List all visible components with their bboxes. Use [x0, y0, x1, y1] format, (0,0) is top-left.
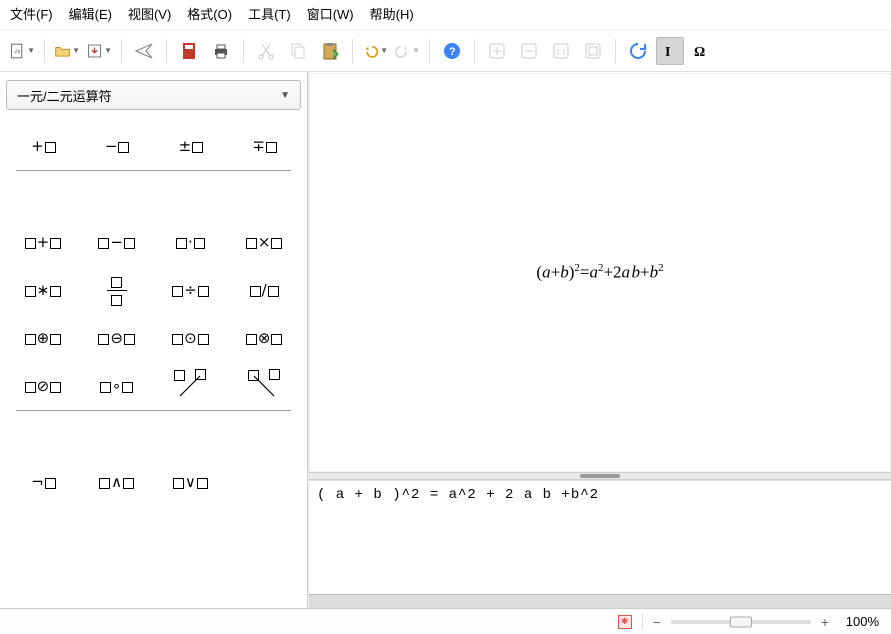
menu-help[interactable]: 帮助(H)	[370, 4, 414, 23]
zoom-slider[interactable]	[671, 620, 811, 624]
op-frac[interactable]	[80, 266, 154, 314]
op-or[interactable]: ∨	[154, 458, 228, 506]
menubar: 文件(F) 编辑(E) 视图(V) 格式(O) 工具(T) 窗口(W) 帮助(H…	[0, 0, 891, 30]
new-button[interactable]: √x▼	[8, 37, 36, 65]
op-minusplus[interactable]: ∓	[227, 122, 301, 170]
separator	[243, 39, 244, 63]
menu-format[interactable]: 格式(O)	[187, 4, 232, 23]
undo-button[interactable]: ▼	[361, 37, 389, 65]
op-circ[interactable]: ∘	[80, 362, 154, 410]
zoom-label[interactable]: 100%	[839, 614, 879, 629]
divider	[6, 410, 301, 411]
op-and[interactable]: ∧	[80, 458, 154, 506]
op-odot[interactable]: ⊙	[154, 314, 228, 362]
save-button[interactable]: ▼	[85, 37, 113, 65]
separator	[44, 39, 45, 63]
separator	[121, 39, 122, 63]
elements-category-combo[interactable]: 一元/二元运算符 ▼	[6, 80, 301, 110]
zoom-out-button[interactable]	[515, 37, 543, 65]
separator	[429, 39, 430, 63]
svg-text:I: I	[665, 45, 670, 60]
op-minus[interactable]: −	[80, 122, 154, 170]
formula-editor	[309, 480, 891, 608]
combo-value: 一元/二元运算符	[17, 86, 112, 105]
formula-preview[interactable]: (a+b)2=a2+2a b+b2	[309, 73, 891, 472]
horizontal-scrollbar[interactable]	[309, 594, 891, 608]
svg-text:√x: √x	[14, 48, 20, 55]
svg-text:Ω: Ω	[694, 45, 705, 60]
separator	[642, 614, 643, 630]
save-indicator-icon[interactable]: ✱	[618, 615, 632, 629]
op-add[interactable]: +	[6, 218, 80, 266]
splitter-handle[interactable]	[309, 472, 891, 480]
op-otimes[interactable]: ⊗	[227, 314, 301, 362]
menu-view[interactable]: 视图(V)	[128, 4, 171, 23]
zoom-page-button[interactable]	[579, 37, 607, 65]
op-slash[interactable]: /	[227, 266, 301, 314]
op-cdot[interactable]: ·	[154, 218, 228, 266]
op-empty	[227, 458, 301, 506]
print-button[interactable]	[207, 37, 235, 65]
copy-button[interactable]	[284, 37, 312, 65]
op-oslash[interactable]: ⊘	[6, 362, 80, 410]
cut-button[interactable]	[252, 37, 280, 65]
op-wideslash[interactable]	[154, 362, 228, 410]
separator	[474, 39, 475, 63]
op-ast[interactable]: ∗	[6, 266, 80, 314]
op-plus[interactable]: +	[6, 122, 80, 170]
help-button[interactable]: ?	[438, 37, 466, 65]
zoom-100-button[interactable]: 1:1	[547, 37, 575, 65]
send-button[interactable]	[130, 37, 158, 65]
refresh-button[interactable]	[624, 37, 652, 65]
menu-edit[interactable]: 编辑(E)	[69, 4, 112, 23]
rendered-formula: (a+b)2=a2+2a b+b2	[536, 262, 663, 283]
svg-text:1:1: 1:1	[556, 49, 566, 56]
symbols-button[interactable]: Ω	[688, 37, 716, 65]
export-pdf-button[interactable]	[175, 37, 203, 65]
statusbar: ✱ − + 100%	[0, 608, 891, 634]
operator-grid: + − ± ∓ + − · × ∗ ÷ / ⊕ ⊖ ⊙ ⊗ ⊘ ∘	[6, 118, 301, 602]
op-times[interactable]: ×	[227, 218, 301, 266]
op-widebslash[interactable]	[227, 362, 301, 410]
op-oplus[interactable]: ⊕	[6, 314, 80, 362]
op-div[interactable]: ÷	[154, 266, 228, 314]
zoom-in-button[interactable]	[483, 37, 511, 65]
svg-text:?: ?	[449, 46, 456, 58]
op-neg[interactable]: ¬	[6, 458, 80, 506]
formula-cursor-button[interactable]: I	[656, 37, 684, 65]
paste-button[interactable]	[316, 37, 344, 65]
separator	[166, 39, 167, 63]
main-toolbar: √x▼ ▼ ▼ ▼ ▼ ? 1:1	[0, 30, 891, 72]
op-ominus[interactable]: ⊖	[80, 314, 154, 362]
right-area: (a+b)2=a2+2a b+b2	[308, 72, 891, 608]
menu-window[interactable]: 窗口(W)	[307, 4, 354, 23]
redo-button[interactable]: ▼	[393, 37, 421, 65]
chevron-down-icon: ▼	[280, 90, 290, 101]
menu-tools[interactable]: 工具(T)	[248, 4, 291, 23]
formula-source-input[interactable]	[309, 481, 891, 594]
separator	[615, 39, 616, 63]
separator	[352, 39, 353, 63]
elements-panel: 一元/二元运算符 ▼ + − ± ∓ + − · × ∗ ÷ / ⊕ ⊖ ⊙ ⊗	[0, 72, 308, 608]
zoom-in-btn[interactable]: +	[821, 614, 829, 630]
op-plusminus[interactable]: ±	[154, 122, 228, 170]
menu-file[interactable]: 文件(F)	[10, 4, 53, 23]
zoom-out-btn[interactable]: −	[653, 614, 661, 630]
divider	[6, 170, 301, 171]
open-button[interactable]: ▼	[53, 37, 81, 65]
op-sub[interactable]: −	[80, 218, 154, 266]
